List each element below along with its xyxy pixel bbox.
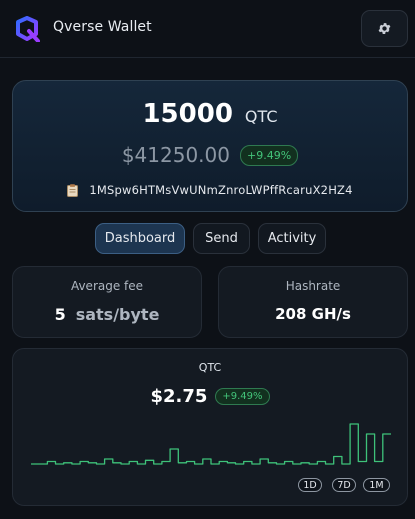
gear-icon xyxy=(378,23,391,34)
hashrate-label: Hashrate xyxy=(285,279,341,293)
clipboard-icon[interactable] xyxy=(67,183,79,197)
wallet-app: Qverse Wallet 15000 QTC $41250.00 +9.49%… xyxy=(0,0,415,519)
balance-unit: QTC xyxy=(244,107,278,126)
fee-number: 5 xyxy=(54,305,66,324)
average-fee-value: 5 sats/byte xyxy=(13,305,201,324)
wallet-address[interactable]: 1MSpw6HTMsVwUNmZnroLWPffRcaruX2HZ4 xyxy=(89,183,352,197)
average-fee-label: Average fee xyxy=(70,279,144,293)
tab-send[interactable]: Send xyxy=(193,223,250,254)
average-fee-card: Average fee 5 sats/byte xyxy=(12,266,202,338)
tab-dashboard[interactable]: Dashboard xyxy=(95,223,185,254)
price-row: $2.75 +9.49% xyxy=(13,386,407,407)
price-symbol: QTC xyxy=(198,361,222,374)
hashrate-value: 208 GH/s xyxy=(275,305,351,323)
price-value: $2.75 xyxy=(150,386,208,407)
sparkline-path xyxy=(31,423,391,465)
balance-card: 15000 QTC $41250.00 +9.49% 1MSpw6HTMsVwU… xyxy=(12,80,408,212)
app-title: Qverse Wallet xyxy=(53,19,152,35)
balance-row: 15000 QTC xyxy=(13,99,407,129)
q-logo-icon xyxy=(16,16,40,42)
fiat-row: $41250.00 +9.49% xyxy=(13,143,407,167)
range-7d-button[interactable]: 7D xyxy=(332,478,356,492)
change-badge: +9.49% xyxy=(239,144,299,166)
header: Qverse Wallet xyxy=(0,0,415,58)
price-sparkline xyxy=(31,423,391,465)
range-1m-button[interactable]: 1M xyxy=(363,478,390,492)
tab-bar: Dashboard Send Activity xyxy=(0,223,415,255)
settings-button[interactable] xyxy=(361,10,408,47)
range-1d-button[interactable]: 1D xyxy=(298,478,322,492)
address-row[interactable]: 1MSpw6HTMsVwUNmZnroLWPffRcaruX2HZ4 xyxy=(13,183,407,197)
price-card: QTC $2.75 +9.49% 1D 7D 1M xyxy=(12,348,408,506)
tab-activity[interactable]: Activity xyxy=(258,223,326,254)
price-change-badge: +9.49% xyxy=(215,388,270,405)
fee-unit: sats/byte xyxy=(75,305,160,324)
hashrate-card: Hashrate 208 GH/s xyxy=(218,266,408,338)
balance-amount: 15000 xyxy=(142,99,233,129)
fiat-balance: $41250.00 xyxy=(121,143,230,167)
